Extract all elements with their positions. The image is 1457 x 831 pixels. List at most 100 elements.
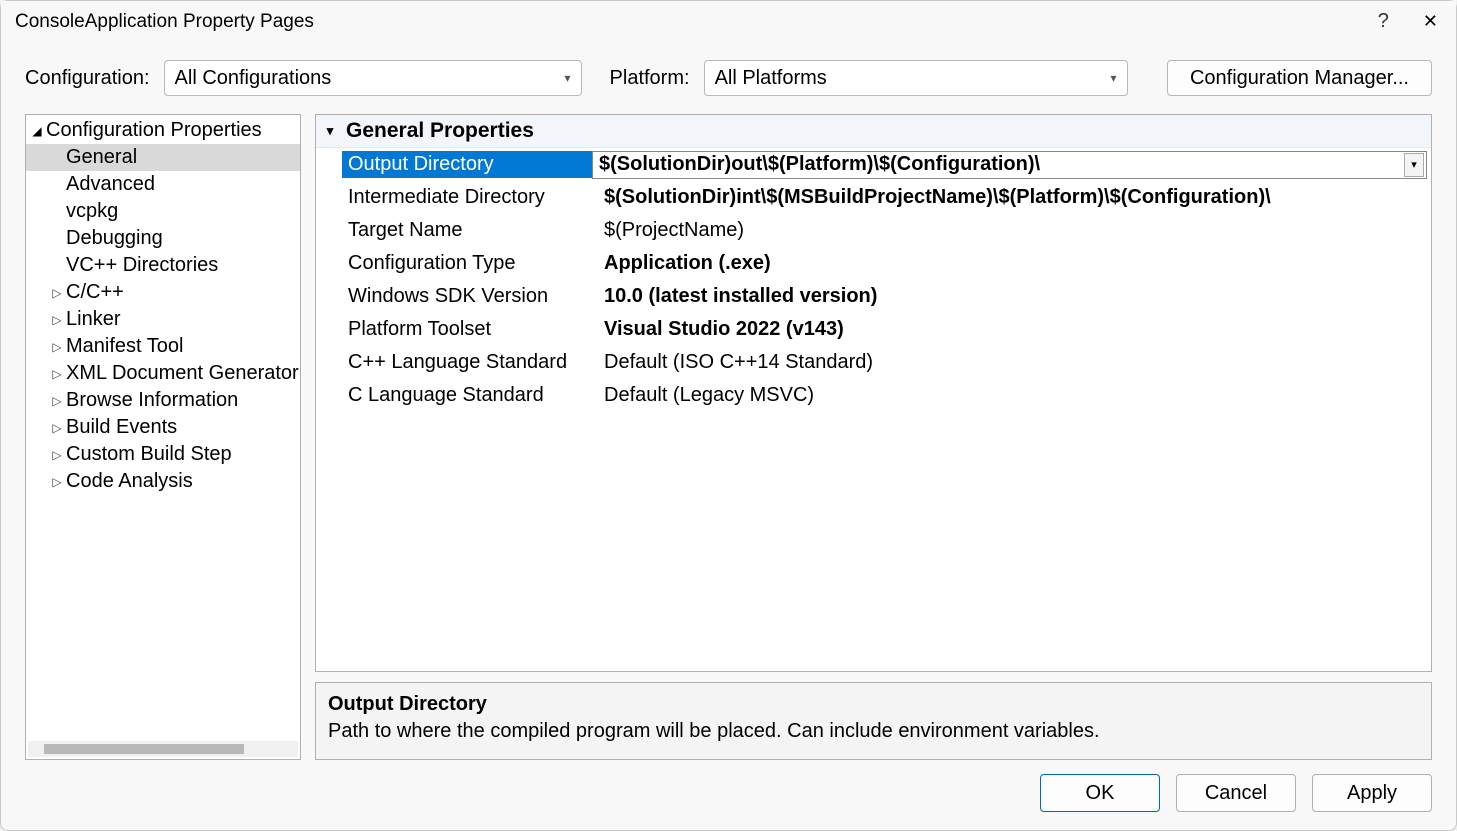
property-value: $(ProjectName) — [598, 217, 1427, 244]
tree-item-label: Manifest Tool — [66, 335, 183, 358]
property-label: C Language Standard — [348, 382, 598, 409]
configuration-label: Configuration: — [25, 67, 150, 90]
tree-item-label: Browse Information — [66, 389, 238, 412]
property-row[interactable]: Windows SDK Version10.0 (latest installe… — [316, 280, 1431, 313]
property-value: Application (.exe) — [598, 250, 1427, 277]
configuration-dropdown[interactable]: All Configurations ▾ — [164, 60, 582, 96]
expand-icon[interactable]: ▷ — [50, 340, 64, 354]
close-icon[interactable]: ✕ — [1419, 9, 1442, 34]
tree-item[interactable]: ▷Custom Build Step — [26, 441, 300, 468]
tree-item-label: VC++ Directories — [66, 254, 218, 277]
tree-item[interactable]: ▷Manifest Tool — [26, 333, 300, 360]
collapse-icon[interactable]: ◢ — [30, 124, 44, 138]
tree-item-label: XML Document Generator — [66, 362, 299, 385]
property-row[interactable]: C Language StandardDefault (Legacy MSVC) — [316, 379, 1431, 412]
tree-item[interactable]: Debugging — [26, 225, 300, 252]
chevron-down-icon: ▾ — [1411, 158, 1417, 171]
tree-item[interactable]: ▷Code Analysis — [26, 468, 300, 495]
cancel-button[interactable]: Cancel — [1176, 774, 1296, 812]
property-value: Default (ISO C++14 Standard) — [598, 349, 1427, 376]
property-grid[interactable]: ▾ General Properties Output Directory$(S… — [315, 114, 1432, 672]
platform-value: All Platforms — [715, 67, 827, 90]
dialog-buttons: OK Cancel Apply — [1, 760, 1456, 830]
tree-item-label: Build Events — [66, 416, 177, 439]
tree-root[interactable]: ◢ Configuration Properties — [26, 117, 300, 144]
expand-icon[interactable]: ▷ — [50, 394, 64, 408]
tree-item[interactable]: vcpkg — [26, 198, 300, 225]
scrollbar-thumb[interactable] — [44, 744, 244, 754]
property-value-cell[interactable]: 10.0 (latest installed version) — [598, 283, 1427, 310]
tree-item[interactable]: ▷Linker — [26, 306, 300, 333]
property-row[interactable]: Output Directory$(SolutionDir)out\$(Plat… — [316, 148, 1431, 181]
property-row[interactable]: Configuration TypeApplication (.exe) — [316, 247, 1431, 280]
tree-root-label: Configuration Properties — [46, 119, 262, 142]
property-label: Output Directory — [342, 151, 592, 178]
tree-item-label: Advanced — [66, 173, 155, 196]
tree-item-label: C/C++ — [66, 281, 124, 304]
property-value-cell[interactable]: Default (Legacy MSVC) — [598, 382, 1427, 409]
expand-icon[interactable]: ▷ — [50, 421, 64, 435]
help-icon[interactable]: ? — [1378, 10, 1389, 33]
tree-item[interactable]: VC++ Directories — [26, 252, 300, 279]
property-label: Target Name — [348, 217, 598, 244]
config-toolbar: Configuration: All Configurations ▾ Plat… — [1, 42, 1456, 104]
property-value: Visual Studio 2022 (v143) — [598, 316, 1427, 343]
chevron-down-icon: ▾ — [565, 71, 571, 85]
expand-icon[interactable]: ▷ — [50, 367, 64, 381]
expand-icon[interactable]: ▷ — [50, 448, 64, 462]
tree-item-label: Debugging — [66, 227, 163, 250]
property-label: Windows SDK Version — [348, 283, 598, 310]
property-row[interactable]: Target Name$(ProjectName) — [316, 214, 1431, 247]
property-value-cell[interactable]: $(SolutionDir)out\$(Platform)\$(Configur… — [592, 151, 1427, 179]
property-value-cell[interactable]: Application (.exe) — [598, 250, 1427, 277]
configuration-manager-button[interactable]: Configuration Manager... — [1167, 60, 1432, 96]
property-row[interactable]: Platform ToolsetVisual Studio 2022 (v143… — [316, 313, 1431, 346]
chevron-down-icon: ▾ — [1111, 71, 1117, 85]
property-dropdown-button[interactable]: ▾ — [1404, 153, 1424, 177]
property-value: 10.0 (latest installed version) — [598, 283, 1427, 310]
description-panel: Output Directory Path to where the compi… — [315, 682, 1432, 760]
description-title: Output Directory — [328, 693, 1419, 716]
expand-icon[interactable]: ▷ — [50, 475, 64, 489]
chevron-down-icon[interactable]: ▾ — [322, 123, 338, 139]
window-title: ConsoleApplication Property Pages — [15, 11, 314, 33]
group-header-label: General Properties — [346, 119, 534, 143]
expand-icon[interactable]: ▷ — [50, 313, 64, 327]
apply-button[interactable]: Apply — [1312, 774, 1432, 812]
platform-label: Platform: — [610, 67, 690, 90]
tree-item-label: Linker — [66, 308, 120, 331]
property-label: C++ Language Standard — [348, 349, 598, 376]
tree-item-label: Code Analysis — [66, 470, 193, 493]
titlebar-controls: ? ✕ — [1378, 9, 1442, 34]
property-value-cell[interactable]: $(SolutionDir)int\$(MSBuildProjectName)\… — [598, 184, 1427, 211]
property-label: Intermediate Directory — [348, 184, 598, 211]
tree-item[interactable]: General — [26, 144, 300, 171]
property-value: $(SolutionDir)out\$(Platform)\$(Configur… — [593, 151, 1404, 178]
tree-item[interactable]: ▷C/C++ — [26, 279, 300, 306]
right-pane: ▾ General Properties Output Directory$(S… — [315, 114, 1432, 760]
tree-item[interactable]: Advanced — [26, 171, 300, 198]
tree-item-label: Custom Build Step — [66, 443, 232, 466]
ok-button[interactable]: OK — [1040, 774, 1160, 812]
property-value-cell[interactable]: Default (ISO C++14 Standard) — [598, 349, 1427, 376]
property-label: Platform Toolset — [348, 316, 598, 343]
property-row[interactable]: Intermediate Directory$(SolutionDir)int\… — [316, 181, 1431, 214]
titlebar: ConsoleApplication Property Pages ? ✕ — [1, 1, 1456, 42]
tree-item[interactable]: ▷XML Document Generator — [26, 360, 300, 387]
content-area: ◢ Configuration Properties GeneralAdvanc… — [1, 104, 1456, 760]
property-value: $(SolutionDir)int\$(MSBuildProjectName)\… — [598, 184, 1427, 211]
tree-item[interactable]: ▷Browse Information — [26, 387, 300, 414]
property-pages-dialog: ConsoleApplication Property Pages ? ✕ Co… — [0, 0, 1457, 831]
expand-icon[interactable]: ▷ — [50, 286, 64, 300]
description-text: Path to where the compiled program will … — [328, 720, 1419, 743]
tree-item-label: vcpkg — [66, 200, 118, 223]
category-tree[interactable]: ◢ Configuration Properties GeneralAdvanc… — [25, 114, 301, 760]
tree-item[interactable]: ▷Build Events — [26, 414, 300, 441]
property-value-cell[interactable]: $(ProjectName) — [598, 217, 1427, 244]
group-header[interactable]: ▾ General Properties — [316, 115, 1431, 148]
property-value-cell[interactable]: Visual Studio 2022 (v143) — [598, 316, 1427, 343]
platform-dropdown[interactable]: All Platforms ▾ — [704, 60, 1128, 96]
property-row[interactable]: C++ Language StandardDefault (ISO C++14 … — [316, 346, 1431, 379]
scrollbar-horizontal[interactable] — [28, 741, 298, 757]
property-label: Configuration Type — [348, 250, 598, 277]
